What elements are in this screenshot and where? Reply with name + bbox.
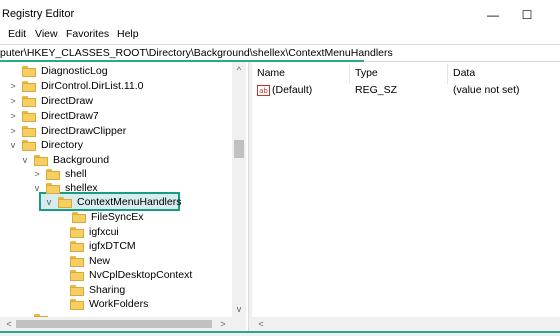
tree-node-label: New: [89, 255, 111, 267]
folder-icon: [70, 240, 84, 252]
expand-arrow-icon[interactable]: >: [32, 167, 42, 181]
collapse-arrow-icon[interactable]: v: [32, 181, 42, 195]
menu-bar: Edit View Favorites Help: [0, 28, 560, 42]
tree-node-shell[interactable]: > shell: [32, 167, 87, 181]
column-header-data[interactable]: Data: [453, 67, 475, 79]
scroll-right-icon[interactable]: >: [216, 318, 230, 330]
tree-node-label: NvCplDesktopContext: [89, 269, 193, 281]
tree-node-directdraw[interactable]: > DirectDraw: [8, 94, 93, 108]
tree-node-label: ContextMenuHandlers: [77, 196, 182, 208]
tree-node-dircontrol[interactable]: > DirControl.DirList.11.0: [8, 79, 144, 93]
folder-icon: [70, 298, 84, 310]
maximize-icon: ☐: [521, 8, 533, 22]
menu-favorites[interactable]: Favorites: [66, 28, 109, 40]
expand-arrow-icon[interactable]: >: [8, 79, 18, 93]
expand-arrow-icon[interactable]: >: [8, 109, 18, 123]
tree-node-label: shell: [65, 168, 87, 180]
folder-icon: [22, 110, 36, 122]
folder-icon: [70, 226, 84, 238]
tree-node-diagnosticlog[interactable]: DiagnosticLog: [8, 64, 108, 78]
tree-horizontal-scrollbar[interactable]: < >: [0, 317, 246, 331]
tree-node-workfolders[interactable]: WorkFolders: [56, 297, 148, 311]
tree-pane[interactable]: DiagnosticLog > DirControl.DirList.11.0 >…: [0, 62, 246, 317]
tree-node-igfxdtcm[interactable]: igfxDTCM: [56, 239, 136, 253]
folder-icon: [22, 139, 36, 151]
tree-node-filesyncex[interactable]: FileSyncEx: [58, 210, 144, 224]
tree-node-label: Directory: [41, 139, 84, 151]
minimize-icon: —: [487, 8, 499, 22]
string-value-icon: ab: [257, 84, 270, 96]
value-type: REG_SZ: [355, 84, 398, 96]
folder-icon: [22, 80, 36, 92]
menu-help[interactable]: Help: [117, 28, 139, 40]
values-horizontal-scrollbar[interactable]: <: [252, 317, 560, 331]
menu-view[interactable]: View: [35, 28, 58, 40]
folder-icon: [58, 196, 72, 208]
value-data-cell: (value not set): [453, 84, 520, 98]
tree-node-contextmenuhandlers[interactable]: v ContextMenuHandlers: [44, 195, 182, 209]
tree-node-background[interactable]: v Background: [20, 153, 109, 167]
folder-icon: [72, 211, 86, 223]
address-bar[interactable]: puter\HKEY_CLASSES_ROOT\Directory\Backgr…: [0, 44, 560, 62]
column-header-name[interactable]: Name: [257, 67, 285, 79]
scroll-left-icon[interactable]: <: [254, 318, 268, 330]
tree-node-label: shellex: [65, 182, 98, 194]
value-type-cell: REG_SZ: [355, 84, 397, 98]
maximize-button[interactable]: ☐: [508, 0, 546, 30]
values-pane[interactable]: Name Type Data ab (Default) REG_SZ (value…: [252, 62, 560, 317]
value-row-default[interactable]: ab (Default): [257, 84, 312, 98]
scroll-down-icon[interactable]: v: [232, 303, 246, 315]
scroll-up-icon[interactable]: ^: [232, 64, 246, 76]
tree-node-new[interactable]: New: [56, 254, 110, 268]
tree-node-label: DiagnosticLog: [41, 65, 108, 77]
value-data: (value not set): [453, 84, 520, 96]
tree-node-shellex[interactable]: v shellex: [32, 181, 98, 195]
tree-node-label: WorkFolders: [89, 298, 149, 310]
folder-icon: [34, 154, 48, 166]
collapse-arrow-icon[interactable]: v: [44, 195, 54, 209]
folder-icon: [70, 284, 84, 296]
tree-vertical-scrollbar[interactable]: ^ v: [232, 62, 246, 317]
folder-icon: [46, 182, 60, 194]
tree-node-label: DirControl.DirList.11.0: [41, 80, 144, 92]
scroll-thumb[interactable]: [16, 320, 212, 328]
window-title: Registry Editor: [2, 8, 75, 20]
tree-node-label: DirectDraw: [41, 95, 93, 107]
tree-node-label: igfxcui: [89, 226, 119, 238]
folder-icon: [22, 95, 36, 107]
scroll-left-icon[interactable]: <: [2, 318, 16, 330]
scroll-thumb[interactable]: [234, 140, 244, 158]
column-divider[interactable]: [447, 64, 448, 84]
column-header-type[interactable]: Type: [355, 67, 378, 79]
folder-icon: [22, 65, 36, 77]
tree-node-label: Sharing: [89, 284, 126, 296]
folder-icon: [46, 168, 60, 180]
minimize-button[interactable]: —: [474, 0, 512, 30]
folder-icon: [70, 255, 84, 267]
tree-node-label: Background: [53, 154, 110, 166]
collapse-arrow-icon[interactable]: v: [20, 153, 30, 167]
folder-icon: [22, 125, 36, 137]
title-bar: Registry Editor — ☐: [0, 0, 560, 30]
folder-icon: [70, 269, 84, 281]
tree-node-nvcpldesktopcontext[interactable]: NvCplDesktopContext: [56, 268, 192, 282]
value-name: (Default): [272, 84, 313, 96]
tree-node-igfxcui[interactable]: igfxcui: [56, 225, 119, 239]
tree-node-label: DirectDraw7: [41, 110, 99, 122]
tree-node-label: igfxDTCM: [89, 240, 136, 252]
address-path[interactable]: puter\HKEY_CLASSES_ROOT\Directory\Backgr…: [0, 47, 393, 59]
tree-node-directdraw7[interactable]: > DirectDraw7: [8, 109, 99, 123]
tree-node-directory[interactable]: v Directory: [8, 138, 83, 152]
expand-arrow-icon[interactable]: >: [8, 94, 18, 108]
tree-node-label: DirectDrawClipper: [41, 125, 127, 137]
expand-arrow-icon[interactable]: [8, 64, 18, 78]
tree-node-directdrawclipper[interactable]: > DirectDrawClipper: [8, 124, 126, 138]
menu-edit[interactable]: Edit: [8, 28, 26, 40]
tree-node-label: FileSyncEx: [91, 211, 144, 223]
column-divider[interactable]: [349, 64, 350, 84]
expand-arrow-icon[interactable]: >: [8, 124, 18, 138]
tree-node-sharing[interactable]: Sharing: [56, 283, 125, 297]
collapse-arrow-icon[interactable]: v: [8, 138, 18, 152]
